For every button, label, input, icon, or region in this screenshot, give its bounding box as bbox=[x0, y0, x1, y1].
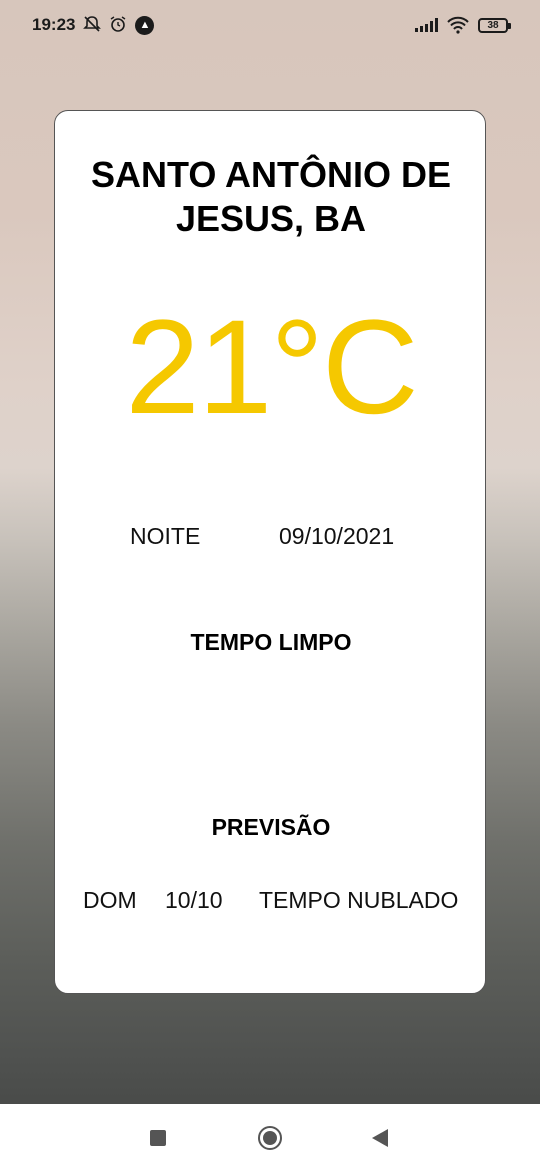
wifi-icon bbox=[446, 16, 470, 34]
battery-icon: 38 bbox=[478, 17, 511, 33]
period-date-row: NOITE 09/10/2021 bbox=[55, 523, 487, 553]
back-button[interactable] bbox=[368, 1126, 392, 1150]
back-icon bbox=[372, 1129, 388, 1147]
home-button[interactable] bbox=[258, 1126, 282, 1150]
forecast-day: DOM bbox=[83, 887, 137, 913]
temperature-value: 21°C bbox=[125, 293, 418, 442]
recents-button[interactable] bbox=[146, 1126, 170, 1150]
status-time: 19:23 bbox=[32, 15, 76, 34]
forecast-title: PREVISÃO bbox=[211, 814, 331, 840]
forecast-condition: TEMPO NUBLADO bbox=[259, 887, 459, 913]
recents-icon bbox=[150, 1130, 166, 1146]
status-bar: 19:23 ▲ 38 bbox=[0, 0, 540, 50]
notifications-off-icon bbox=[83, 15, 102, 36]
alarm-icon bbox=[109, 15, 127, 36]
app-screen: 19:23 ▲ 38 SANTO ANTÔNIO DE JESUS, BA 21… bbox=[0, 0, 540, 1170]
status-bar-left: 19:23 ▲ bbox=[32, 15, 155, 36]
forecast-item: DOM 10/10 TEMPO NUBLADO bbox=[55, 887, 487, 917]
period-label: NOITE bbox=[130, 523, 201, 549]
home-icon bbox=[258, 1126, 282, 1150]
battery-level: 38 bbox=[487, 19, 499, 31]
weather-card: SANTO ANTÔNIO DE JESUS, BA 21°C NOITE 09… bbox=[54, 110, 486, 994]
navigation-bar bbox=[0, 1104, 540, 1170]
signal-icon bbox=[415, 18, 438, 32]
current-date: 09/10/2021 bbox=[279, 523, 395, 549]
app-notification-icon: ▲ bbox=[135, 15, 155, 35]
weather-condition: TEMPO LIMPO bbox=[190, 629, 352, 655]
city-name: SANTO ANTÔNIO DE JESUS, BA bbox=[90, 154, 452, 239]
status-bar-right: 38 bbox=[415, 16, 511, 34]
forecast-date: 10/10 bbox=[165, 887, 223, 913]
